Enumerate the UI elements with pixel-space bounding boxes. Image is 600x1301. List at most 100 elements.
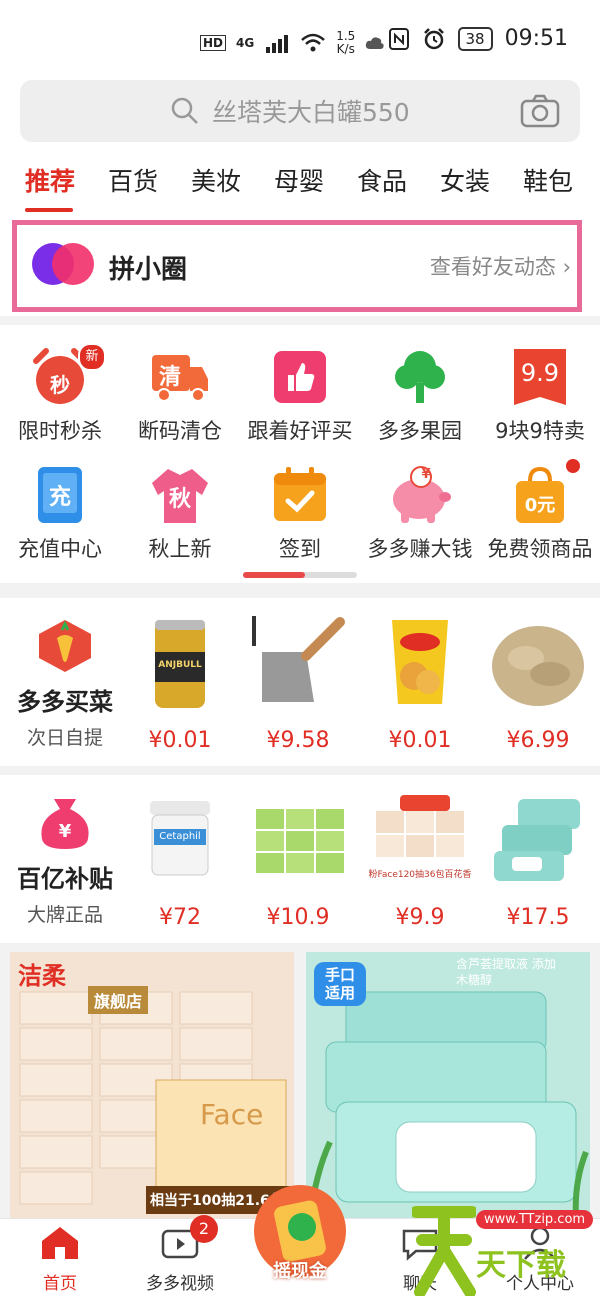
shortcut-flash-sale[interactable]: 秒 新 限时秒杀 [0,343,120,445]
face-tissue-image: 粉Face120抽36包百花香 [369,789,471,889]
watermark-text: 天下载 [476,1248,566,1283]
dried-shrimp-image [488,612,588,712]
banner-text: 含芦荟提取液 添加木糖醇 [456,957,556,987]
shortcut-label: 限时秒杀 [18,419,102,443]
tab-food[interactable]: 食品 [357,162,407,198]
friend-circle-logo [32,243,94,285]
product-price: ¥72 [159,905,201,930]
friend-circle-entry[interactable]: 拼小圈 查看好友动态 › [12,220,582,312]
product-price: ¥17.5 [506,905,570,930]
shortcut-label: 充值中心 [18,537,102,561]
nav-label: 摇现金 [273,1261,327,1282]
product-item[interactable]: ¥10.9 [243,789,353,930]
tree-icon [395,351,445,403]
shortcut-icon-text: 充 [48,485,71,510]
net-speed: 1.5 K/s [336,30,355,56]
friend-circle-title: 拼小圈 [109,255,188,285]
shortcut-top-up[interactable]: 充 充值中心 [0,465,120,563]
shortcut-icon-text: 秒 [50,373,70,397]
shortcut-icon-text: 秋 [168,487,191,512]
shortcut-label: 9块9特卖 [495,419,585,443]
tab-recommend[interactable]: 推荐 [25,162,75,198]
video-badge: 2 [190,1215,218,1243]
net-speed-value: 1.5 [336,29,356,43]
tissue-banner[interactable]: 洁柔 旗舰店 Face 相当于100抽21.6包 [10,952,294,1218]
product-item[interactable]: ¥17.5 [483,789,593,930]
calendar-check-icon [274,467,326,521]
product-item[interactable]: ¥6.99 [483,612,593,753]
grocery-card[interactable]: 多多买菜 次日自提 ANJBULL ¥0.01 ¥9.58 ¥0.01 ¥6.9… [0,598,600,766]
product-price: ¥0.01 [148,728,212,753]
alarm-icon [423,27,444,49]
usage-tag: 手口适用 [314,962,366,1006]
shortcut-good-reviews[interactable]: 跟着好评买 [240,347,360,445]
product-item[interactable]: ¥9.58 [243,612,353,753]
camera-icon[interactable] [520,94,560,128]
shortcut-check-in[interactable]: 签到 [240,465,360,563]
friend-circle-link-text: 查看好友动态 [429,255,556,279]
cream-jar-image: Cetaphil [130,789,230,889]
product-item[interactable]: Cetaphil ¥72 [125,789,235,930]
category-tabs: 推荐 百货 美妆 母婴 食品 女装 鞋包 [0,150,600,212]
energy-drink-image: ANJBULL [130,612,230,712]
carrot-icon [39,620,91,672]
tab-beauty[interactable]: 美妆 [191,162,241,198]
chevron-right-icon: › [562,255,571,279]
shortcut-autumn-new[interactable]: 秋 秋上新 [120,465,240,563]
search-icon [171,97,198,124]
shortcut-icon-text: 0元 [524,495,556,516]
subsidy-header: ¥ 百亿补贴 大牌正品 [10,795,120,927]
shortcut-label: 签到 [279,537,321,561]
tab-baby[interactable]: 母婴 [274,162,324,198]
friend-circle-link[interactable]: 查看好友动态 › [430,251,571,281]
subsidy-card[interactable]: ¥ 百亿补贴 大牌正品 Cetaphil ¥72 ¥10.9 粉Face120抽… [0,775,600,943]
shortcut-icon-text: 9.9 [520,359,560,387]
cloud-icon [366,37,384,49]
search-placeholder: 丝塔芙大白罐550 [212,98,410,127]
shortcut-orchard[interactable]: 多多果园 [360,347,480,445]
product-caption: 粉Face120抽36包百花香 [368,870,472,880]
wipes-banner[interactable]: 手口适用 含芦荟提取液 添加木糖醇 [306,952,590,1218]
signal-icon [266,35,289,53]
cleaver-image [248,612,348,712]
shortcut-clearance[interactable]: 清 断码清仓 [120,347,240,445]
store-tag: 旗舰店 [88,986,149,1014]
product-item[interactable]: ANJBULL ¥0.01 [125,612,235,753]
nav-home[interactable]: 首页 [0,1225,120,1294]
grocery-subtitle: 次日自提 [26,727,103,749]
shortcut-label: 断码清仓 [138,419,222,443]
tab-shoes-bags[interactable]: 鞋包 [523,162,573,198]
shortcut-free-goods[interactable]: 0元 免费领商品 [480,459,600,563]
shortcut-label: 多多赚大钱 [367,537,473,561]
shortcut-grid: 秒 新 限时秒杀 清 断码清仓 跟着好评买 多多果园 9.9 9块9特卖 充 充… [0,325,600,583]
page-indicator [243,572,357,578]
hd-indicator: HD [200,35,227,51]
product-price: ¥9.9 [395,905,445,930]
nav-label: 多多视频 [146,1274,214,1294]
nav-label: 首页 [43,1274,77,1294]
tab-general[interactable]: 百货 [108,162,158,198]
product-item[interactable]: 粉Face120抽36包百花香 ¥9.9 [365,789,475,930]
red-dot-badge [566,459,580,473]
subsidy-title: 百亿补贴 [17,865,113,893]
shortcut-label: 跟着好评买 [247,419,353,443]
net-speed-unit: K/s [336,42,355,56]
nav-videos[interactable]: 2 多多视频 [120,1215,240,1294]
shortcut-label: 秋上新 [148,537,212,561]
watermark-logo [412,1206,476,1296]
shortcut-earn-money[interactable]: ¥ 多多赚大钱 [360,465,480,563]
subsidy-subtitle: 大牌正品 [26,904,103,926]
search-input[interactable]: 丝塔芙大白罐550 [20,80,580,142]
shortcut-icon-text: ¥ [421,467,431,482]
tab-women[interactable]: 女装 [440,162,490,198]
nav-shake-cash[interactable]: 摇现金 [252,1183,348,1293]
product-label: ANJBULL [158,660,202,670]
shortcut-label: 免费领商品 [487,537,593,561]
chips-bag-image [370,612,470,712]
status-right: 38 09:51 [388,26,568,51]
shortcut-9-9-sale[interactable]: 9.9 9块9特卖 [480,347,600,445]
product-item[interactable]: ¥0.01 [365,612,475,753]
grocery-header: 多多买菜 次日自提 [10,618,120,750]
product-price: ¥6.99 [506,728,570,753]
page-indicator-active [243,572,305,578]
